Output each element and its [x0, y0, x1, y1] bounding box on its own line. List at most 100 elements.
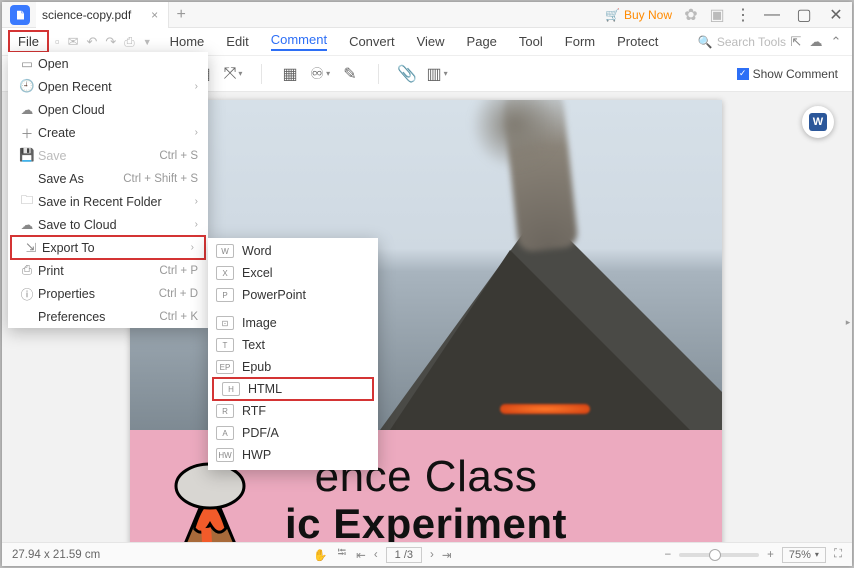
print-icon[interactable]: ⎙ — [124, 34, 134, 50]
file-menu-save-in-recent-folder[interactable]: 🗀Save in Recent Folder› — [8, 190, 208, 213]
scroll-indicator-icon[interactable]: ▸ — [844, 317, 852, 327]
filetype-icon: EP — [216, 360, 234, 374]
file-menu-save-as[interactable]: Save AsCtrl + Shift + S — [8, 167, 208, 190]
chevron-right-icon: › — [195, 81, 198, 92]
open-icon: ▭ — [16, 56, 38, 71]
filetype-icon: HW — [216, 448, 234, 462]
page-navigator: ⇤ ‹ 1 /3 › ⇥ — [356, 547, 451, 563]
quick-access-toolbar: ▫ ✉ ↶ ↷ ⎙ ▼ — [55, 34, 152, 50]
file-menu-save: 💾SaveCtrl + S — [8, 144, 208, 167]
menu-tab-convert[interactable]: Convert — [349, 34, 395, 49]
minimize-button[interactable]: — — [756, 2, 788, 28]
mail-icon[interactable]: ✉ — [68, 34, 79, 50]
export-text[interactable]: TText — [208, 334, 378, 356]
file-menu-export-to[interactable]: ⇲Export To› — [10, 235, 206, 260]
tab-close-icon[interactable]: × — [151, 8, 158, 22]
zoom-controls: − + 75%▾ ⛶ — [664, 547, 842, 563]
menu-tab-page[interactable]: Page — [467, 34, 497, 49]
zoom-out-icon[interactable]: − — [664, 549, 671, 561]
menu-tab-home[interactable]: Home — [170, 34, 205, 49]
app-window: science-copy.pdf × + 🛒 Buy Now ✿ ▣ ⋮ — ▢… — [2, 2, 852, 566]
cloud-icon: ☁ — [16, 217, 38, 232]
menu-tab-view[interactable]: View — [417, 34, 445, 49]
menu-tabs: Home Edit Comment Convert View Page Tool Form Pr… — [170, 32, 659, 51]
share-icon[interactable]: ⇱ — [786, 34, 806, 50]
file-menu-print[interactable]: ⎙PrintCtrl + P — [8, 259, 208, 282]
last-page-icon[interactable]: ⇥ — [442, 548, 452, 562]
fit-page-icon[interactable]: ⛶ — [834, 548, 842, 561]
filetype-icon: T — [216, 338, 234, 352]
zoom-slider[interactable] — [679, 553, 759, 557]
next-page-icon[interactable]: › — [430, 549, 434, 561]
qat-dropdown-icon[interactable]: ▼ — [143, 37, 152, 47]
zoom-select[interactable]: 75%▾ — [782, 547, 826, 563]
select-tool-icon[interactable]: ⭾ — [338, 545, 347, 564]
area-icon[interactable]: ▦ — [280, 64, 300, 84]
chevron-right-icon: › — [191, 242, 194, 253]
hand-tool-icon[interactable]: ✋ — [313, 548, 327, 562]
callout-icon[interactable]: ⤧ — [223, 64, 243, 84]
chevron-right-icon: › — [195, 196, 198, 207]
notify-icon[interactable]: ▣ — [708, 6, 726, 24]
new-tab-button[interactable]: + — [169, 6, 193, 24]
redo-icon[interactable]: ↷ — [105, 34, 116, 50]
close-button[interactable]: ✕ — [820, 2, 852, 28]
checkbox-checked-icon: ✓ — [737, 68, 749, 80]
export-epub[interactable]: EPEpub — [208, 356, 378, 378]
file-menu-open-recent[interactable]: 🕘Open Recent› — [8, 75, 208, 98]
attach-icon[interactable]: 📎 — [397, 64, 417, 84]
menu-tab-edit[interactable]: Edit — [226, 34, 248, 49]
first-page-icon[interactable]: ⇤ — [356, 548, 366, 562]
page-input[interactable]: 1 /3 — [386, 547, 422, 563]
filetype-icon: ⊡ — [216, 316, 234, 330]
export-excel[interactable]: XExcel — [208, 262, 378, 284]
undo-icon[interactable]: ↶ — [86, 34, 97, 50]
zoom-in-icon[interactable]: + — [767, 549, 774, 561]
sign-icon[interactable]: ✎ — [340, 64, 360, 84]
save-icon[interactable]: ▫ — [55, 34, 60, 49]
search-tools[interactable]: 🔍 Search Tools — [698, 35, 786, 49]
gift-icon[interactable]: ✿ — [682, 6, 700, 24]
buy-now-link[interactable]: 🛒 Buy Now — [605, 8, 672, 22]
filetype-icon: X — [216, 266, 234, 280]
export-rtf[interactable]: RRTF — [208, 400, 378, 422]
menu-tab-form[interactable]: Form — [565, 34, 595, 49]
stamp-icon[interactable]: ♾ — [310, 64, 330, 84]
file-menu-save-to-cloud[interactable]: ☁Save to Cloud› — [8, 213, 208, 236]
export-pdfa[interactable]: APDF/A — [208, 422, 378, 444]
file-menu-preferences[interactable]: PreferencesCtrl + K — [8, 305, 208, 328]
show-comment-toggle[interactable]: ✓ Show Comment — [737, 67, 838, 81]
filetype-icon: H — [222, 382, 240, 396]
file-menu-open[interactable]: ▭Open — [8, 52, 208, 75]
file-menu-properties[interactable]: ⓘPropertiesCtrl + D — [8, 282, 208, 305]
search-placeholder: Search Tools — [717, 35, 786, 49]
page-dimensions: 27.94 x 21.59 cm — [12, 549, 100, 561]
export-submenu: WWordXExcelPPowerPoint⊡ImageTTextEPEpubH… — [208, 238, 378, 470]
convert-word-badge[interactable]: W — [802, 106, 834, 138]
prev-page-icon[interactable]: ‹ — [374, 549, 378, 561]
titlebar: science-copy.pdf × + 🛒 Buy Now ✿ ▣ ⋮ — ▢… — [2, 2, 852, 28]
menu-tab-comment[interactable]: Comment — [271, 32, 327, 51]
document-tab[interactable]: science-copy.pdf × — [36, 2, 169, 28]
cloud-icon[interactable]: ☁ — [806, 34, 826, 50]
file-menu-button[interactable]: File — [8, 30, 49, 53]
file-menu-create[interactable]: ＋Create› — [8, 121, 208, 144]
collapse-ribbon-icon[interactable]: ⌃ — [826, 34, 846, 50]
more-icon[interactable]: ▥ — [427, 64, 447, 84]
print-icon: ⎙ — [16, 263, 38, 278]
menu-tab-tool[interactable]: Tool — [519, 34, 543, 49]
save-icon: 💾 — [16, 148, 38, 163]
file-menu-open-cloud[interactable]: ☁Open Cloud — [8, 98, 208, 121]
cloud-icon: ☁ — [16, 102, 38, 117]
export-image[interactable]: ⊡Image — [208, 312, 378, 334]
export-word[interactable]: WWord — [208, 240, 378, 262]
kebab-menu-icon[interactable]: ⋮ — [734, 6, 752, 24]
filetype-icon: W — [216, 244, 234, 258]
chevron-right-icon: › — [195, 219, 198, 230]
export-hwp[interactable]: HWHWP — [208, 444, 378, 466]
export-html[interactable]: HHTML — [212, 377, 374, 401]
export-powerpoint[interactable]: PPowerPoint — [208, 284, 378, 306]
export-icon: ⇲ — [20, 240, 42, 255]
maximize-button[interactable]: ▢ — [788, 2, 820, 28]
menu-tab-protect[interactable]: Protect — [617, 34, 658, 49]
